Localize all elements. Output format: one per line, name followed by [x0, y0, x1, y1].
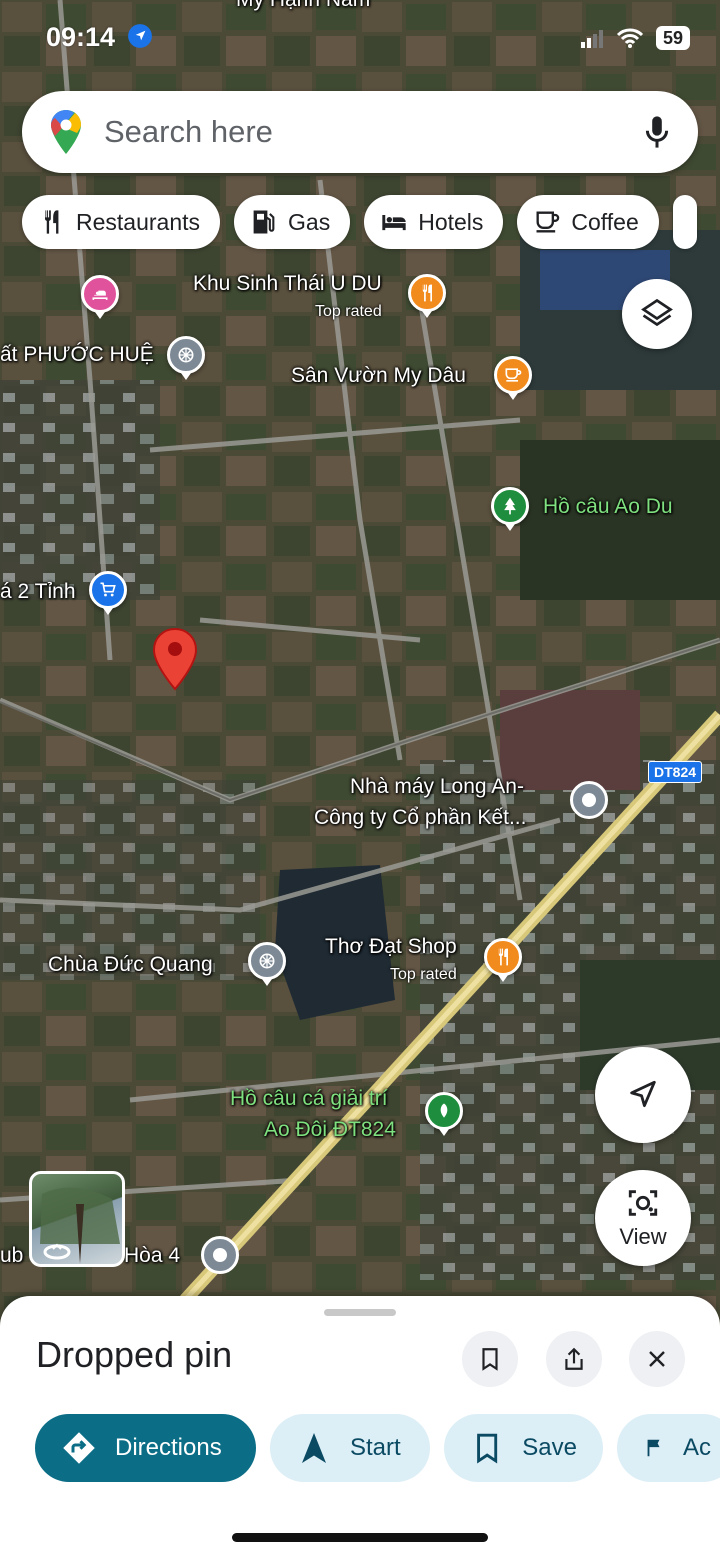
cafe-marker[interactable]	[494, 356, 532, 400]
close-button[interactable]	[629, 1331, 685, 1387]
factory-marker[interactable]	[570, 781, 608, 819]
add-label-label: Ac	[682, 1434, 711, 1461]
place-title: Dropped pin	[36, 1334, 233, 1375]
home-indicator[interactable]	[232, 1533, 488, 1542]
park-marker[interactable]	[491, 487, 529, 531]
status-time: 09:14	[46, 22, 153, 53]
view-button[interactable]: View	[595, 1170, 691, 1266]
search-bar[interactable]: Search here	[22, 91, 698, 173]
search-input[interactable]: Search here	[104, 114, 642, 150]
bed-icon	[92, 290, 108, 300]
share-button[interactable]	[546, 1331, 602, 1387]
maps-logo-icon	[51, 110, 81, 154]
directions-icon	[63, 1432, 95, 1464]
road-badge: DT824	[648, 761, 703, 783]
directions-label: Directions	[115, 1434, 222, 1461]
fork-knife-icon	[498, 948, 508, 966]
map-label-khu-sinh-thai-rating: Top rated	[315, 303, 382, 320]
street-view-thumbnail[interactable]	[29, 1171, 125, 1267]
map-label-tho-dat[interactable]: Thơ Đạt Shop	[325, 935, 457, 959]
chip-coffee-label: Coffee	[571, 208, 639, 235]
flag-icon	[647, 1439, 660, 1457]
map-label-chua[interactable]: Chùa Đức Quang	[48, 953, 213, 977]
layers-button[interactable]	[622, 279, 692, 349]
coffee-icon	[536, 211, 560, 233]
microphone-icon[interactable]	[642, 114, 672, 150]
restaurant-marker[interactable]	[408, 274, 446, 318]
dharma-wheel-icon	[178, 347, 194, 363]
start-button[interactable]: Start	[270, 1414, 430, 1482]
chip-more[interactable]	[672, 195, 697, 249]
save-button[interactable]: Save	[444, 1414, 603, 1482]
map-label-club: ub	[0, 1244, 24, 1267]
temple-marker[interactable]	[167, 336, 205, 380]
map-label-hoa-4[interactable]: Hòa 4	[124, 1244, 180, 1268]
coffee-cup-icon	[505, 368, 522, 382]
bottom-sheet[interactable]: Dropped pin Directions Start Save Ac	[0, 1296, 720, 1556]
fork-knife-icon	[422, 284, 432, 302]
dharma-wheel-icon	[259, 953, 275, 969]
chip-restaurants-label: Restaurants	[76, 208, 201, 235]
chip-coffee[interactable]: Coffee	[517, 195, 659, 249]
map-label-nha-may-2[interactable]: Công ty Cổ phần Kết...	[314, 806, 526, 830]
fishing-icon	[440, 1103, 448, 1118]
wifi-icon	[616, 28, 644, 48]
map-label-nha-may-1[interactable]: Nhà máy Long An-	[350, 775, 524, 799]
restaurant-icon	[44, 210, 59, 234]
street-view-icon	[40, 1187, 120, 1264]
view-button-label: View	[619, 1224, 667, 1249]
restaurant-marker-2[interactable]	[484, 938, 522, 982]
close-icon	[649, 1351, 665, 1367]
my-location-button[interactable]	[595, 1047, 691, 1143]
map-label-khu-sinh-thai[interactable]: Khu Sinh Thái U DU	[193, 272, 382, 296]
share-icon	[565, 1347, 583, 1370]
cart-icon	[100, 582, 116, 597]
map-label-ho-cau-giai-tri-1[interactable]: Hồ câu cá giải trí	[230, 1087, 388, 1111]
bookmark-outline-icon	[482, 1348, 498, 1371]
status-bar: 09:14 59	[0, 0, 720, 80]
hotel-marker[interactable]	[81, 275, 119, 319]
status-indicators: 59	[580, 26, 690, 50]
gas-station-icon	[253, 210, 275, 234]
camera-lens-icon	[628, 1190, 658, 1216]
start-label: Start	[350, 1434, 401, 1461]
map-label-phuoc-hue[interactable]: ất PHƯỚC HUỆ	[0, 343, 154, 367]
navigation-arrow-icon	[302, 1433, 326, 1463]
map-label-ho-cau-ao-du[interactable]: Hồ câu Ao Du	[543, 495, 673, 519]
chip-restaurants[interactable]: Restaurants	[22, 195, 221, 249]
bookmark-icon	[477, 1433, 498, 1464]
directions-button[interactable]: Directions	[35, 1414, 256, 1482]
chip-gas[interactable]: Gas	[234, 195, 351, 249]
chip-hotels-label: Hotels	[418, 208, 484, 235]
battery-indicator: 59	[655, 26, 690, 50]
hotel-icon	[382, 215, 406, 231]
dropped-pin-marker[interactable]	[152, 627, 198, 691]
chip-hotels[interactable]: Hotels	[364, 195, 504, 249]
temple-marker-2[interactable]	[248, 942, 286, 986]
category-chips: Restaurants Gas Hotels Coffee	[22, 195, 697, 249]
save-label: Save	[522, 1434, 577, 1461]
map-label-hai-tinh[interactable]: á 2 Tỉnh	[0, 580, 76, 604]
save-icon-button[interactable]	[462, 1331, 518, 1387]
chip-gas-label: Gas	[288, 208, 331, 235]
add-label-button[interactable]: Ac	[617, 1414, 720, 1482]
shopping-marker[interactable]	[89, 571, 127, 615]
action-buttons: Directions Start Save Ac	[35, 1414, 720, 1482]
map-label-ho-cau-giai-tri-2[interactable]: Ao Đôi ĐT824	[264, 1118, 396, 1142]
park-marker-2[interactable]	[425, 1092, 463, 1136]
map-label-san-vuon[interactable]: Sân Vườn My Dâu	[291, 364, 466, 388]
location-marker-hoa-4[interactable]	[201, 1236, 239, 1274]
layers-icon	[641, 298, 673, 327]
navigation-arrow-outline-icon	[630, 1080, 656, 1108]
location-arrow-icon	[127, 24, 152, 48]
tree-icon	[504, 497, 516, 515]
map-label-tho-dat-rating: Top rated	[390, 966, 457, 983]
sheet-drag-handle[interactable]	[324, 1309, 396, 1316]
signal-icon	[580, 30, 603, 48]
